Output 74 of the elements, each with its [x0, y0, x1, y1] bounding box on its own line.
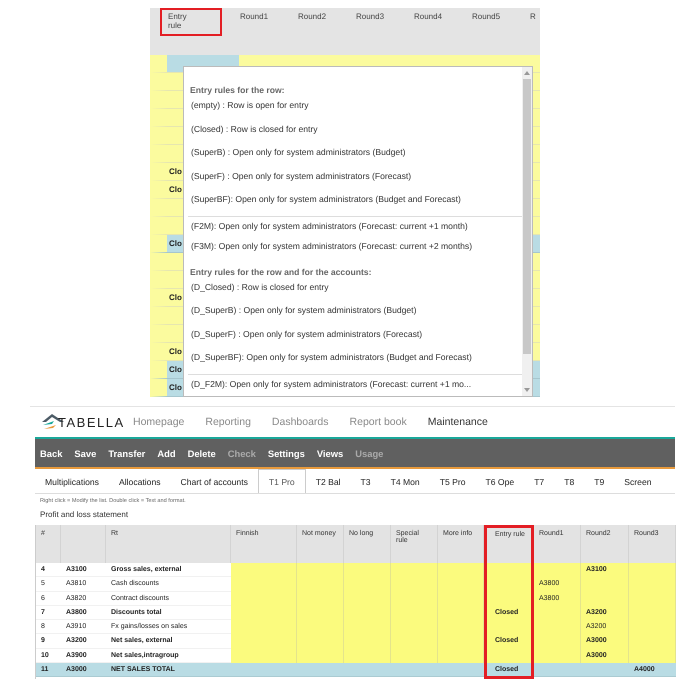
tab[interactable]: T8	[554, 471, 584, 493]
sheet-title: Profit and loss statement	[40, 510, 130, 519]
cell-text: Clo	[169, 167, 182, 176]
toolbar-button[interactable]: Views	[316, 448, 344, 458]
table-cell	[438, 663, 484, 678]
list-option[interactable]: (D_Closed) : Row is closed for entry	[188, 280, 522, 303]
toolbar-button[interactable]: Transfer	[108, 448, 146, 458]
table-cell	[484, 563, 534, 578]
cell-text: Clo	[169, 365, 182, 374]
nav-link[interactable]: Dashboards	[272, 416, 329, 428]
tab[interactable]: T7	[524, 471, 554, 493]
nav-link[interactable]: Reporting	[205, 416, 251, 428]
table-cell	[629, 563, 676, 578]
table-cell	[391, 648, 438, 664]
column-header[interactable]: R	[530, 8, 540, 36]
nav-link[interactable]: Report book	[350, 416, 407, 428]
list-option[interactable]: (SuperF) : Open only for system administrators (Forecast)	[188, 168, 522, 192]
tab[interactable]: T2 Bal	[306, 471, 351, 493]
toolbar-button[interactable]: Add	[157, 448, 176, 458]
list-option[interactable]: (SuperBF): Open only for system administrators (Budget and Forecast)	[188, 192, 522, 216]
tab[interactable]: T1 Pro	[258, 469, 306, 493]
list-option[interactable]: (D_SuperB) : Open only for system administrators (Budget)	[188, 303, 522, 326]
table-cell	[344, 563, 391, 578]
table-cell	[344, 648, 391, 664]
table-cell	[629, 648, 676, 664]
column-header[interactable]: Entry rule	[160, 8, 222, 36]
tab[interactable]: T9	[584, 471, 614, 493]
tab[interactable]: Chart of accounts	[170, 471, 258, 493]
list-option[interactable]: (F3M): Open only for system administrators (Forecast: current +2 months)	[188, 239, 522, 262]
section-heading: Entry rules for the row and for the accounts:	[189, 266, 372, 279]
toolbar-button[interactable]: Back	[40, 448, 62, 458]
nav-link[interactable]: Maintenance	[428, 416, 488, 428]
tab[interactable]: Screen	[614, 471, 662, 493]
list-option[interactable]: (D_F2M): Open only for system administrators (Forecast: current +1 mo...	[188, 374, 522, 396]
logo-text: TABELLA	[58, 414, 125, 430]
list-option[interactable]: (SuperB) : Open only for system administrators (Budget)	[188, 145, 522, 168]
list-option[interactable]: (D_SuperBF): Open only for system administrators (Budget and Forecast)	[188, 350, 522, 374]
tab[interactable]: T6 Ope	[476, 471, 524, 493]
tab[interactable]: Allocations	[108, 471, 171, 493]
table-cell	[438, 648, 484, 664]
nav-link[interactable]: Homepage	[133, 416, 184, 428]
table-cell	[297, 563, 344, 578]
list-option[interactable]: (D_SuperF) : Open only for system administrators (Forecast)	[188, 326, 522, 350]
toolbar-button[interactable]: Save	[74, 448, 96, 458]
section-heading: Entry rules for the row:	[189, 84, 286, 97]
table-cell	[534, 563, 581, 578]
table-cell	[297, 648, 344, 664]
tab[interactable]: T5 Pro	[430, 471, 476, 493]
list-option[interactable]: (F2M): Open only for system administrators (Forecast: current +1 month)	[188, 216, 522, 239]
column-header[interactable]: Round1	[240, 8, 298, 36]
tab[interactable]: Multiplications	[35, 471, 109, 493]
list-option[interactable]: (Closed) : Row is closed for entry	[188, 122, 522, 145]
table-cell	[391, 563, 438, 578]
table-cell	[231, 563, 297, 578]
table-cell	[534, 663, 581, 678]
column-header[interactable]: Round3	[356, 8, 414, 36]
toolbar-button[interactable]: Delete	[188, 448, 216, 458]
cell-text: Clo	[169, 347, 182, 356]
table-cell	[484, 648, 534, 664]
cell-text: Clo	[169, 239, 182, 248]
column-header[interactable]: Round2	[298, 8, 356, 36]
cell-text: Clo	[169, 185, 182, 194]
cell-text: Clo	[169, 293, 182, 302]
scrollbar[interactable]	[522, 67, 532, 396]
tab[interactable]: T3	[350, 471, 381, 493]
column-header[interactable]: Round5	[472, 8, 530, 36]
cell-text: Clo	[169, 383, 182, 392]
toolbar-button[interactable]: Settings	[268, 448, 305, 458]
table-cell	[438, 563, 484, 578]
list-option[interactable]: (empty) : Row is open for entry	[188, 98, 522, 122]
tab[interactable]: T4 Mon	[380, 471, 430, 493]
table-cell	[231, 648, 297, 664]
column-header[interactable]: Round4	[414, 8, 472, 36]
table-cell	[534, 648, 581, 664]
